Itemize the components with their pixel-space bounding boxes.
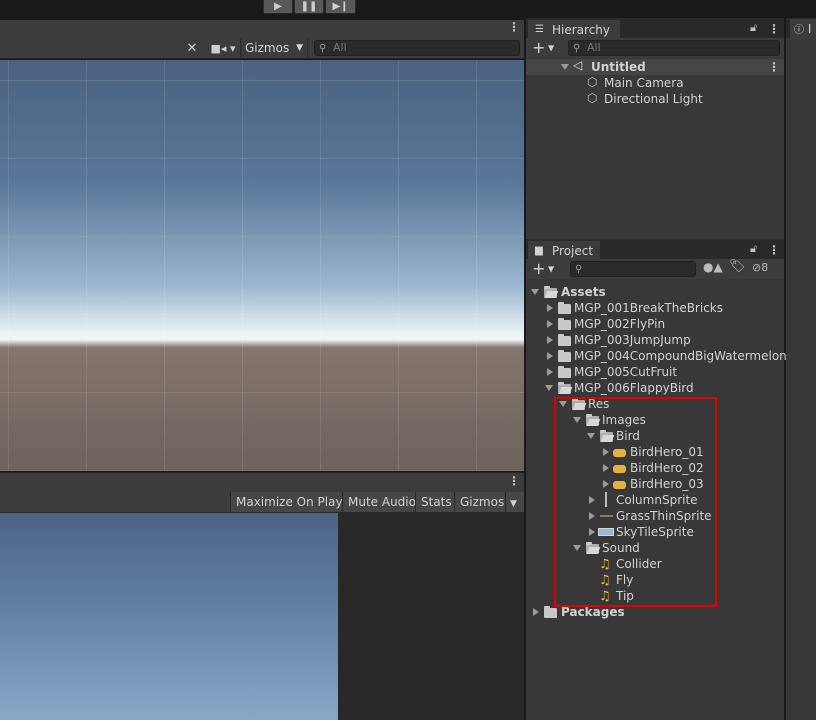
plus-icon: + xyxy=(532,38,546,57)
folder-open-icon xyxy=(558,382,571,394)
folder-icon xyxy=(558,350,571,362)
filter-by-type-icon[interactable]: ●▲ xyxy=(703,260,723,274)
expand-arrow-icon[interactable] xyxy=(547,320,553,328)
game-more-icon[interactable]: ⋮ xyxy=(508,475,520,487)
tree-item-folder[interactable]: MGP_006FlappyBird xyxy=(574,380,694,396)
scene-tab-strip xyxy=(0,20,524,38)
hidden-packages-toggle[interactable]: ⊘8 xyxy=(752,261,782,277)
plus-icon: + xyxy=(532,259,546,278)
expand-arrow-icon[interactable] xyxy=(547,352,553,360)
highlight-box xyxy=(554,397,717,607)
expand-arrow-icon[interactable] xyxy=(547,336,553,344)
chevron-down-icon: ▼ xyxy=(545,43,555,53)
folder-icon xyxy=(558,366,571,378)
tools-button[interactable]: ✕ xyxy=(180,39,204,57)
expand-arrow-icon[interactable] xyxy=(533,608,539,616)
maximize-on-play-toggle[interactable]: Maximize On Play xyxy=(230,492,348,512)
pause-icon: ❚❚ xyxy=(300,0,318,12)
unity-scene-icon: ◁ xyxy=(573,58,583,72)
scene-canvas[interactable] xyxy=(0,60,524,471)
pause-button[interactable]: ❚❚ xyxy=(294,0,324,14)
gameobject-icon: ⬡ xyxy=(587,75,598,89)
hierarchy-search-input[interactable]: ⚲ All xyxy=(568,40,780,56)
chevron-down-icon: ▼ xyxy=(545,264,555,274)
play-button[interactable]: ▶ xyxy=(263,0,293,14)
expand-arrow-icon[interactable] xyxy=(545,385,553,391)
filter-by-label-icon[interactable]: 🏷︎ xyxy=(729,259,746,274)
search-icon: ⚲ xyxy=(573,43,581,54)
tree-item-folder[interactable]: MGP_002FlyPin xyxy=(574,316,665,332)
camera-icon: ■◂ ▾ xyxy=(210,41,236,55)
folder-icon: ▆ xyxy=(535,245,543,256)
tab-project[interactable]: ▆ Project xyxy=(528,240,600,260)
game-tab-strip xyxy=(0,472,524,492)
project-add-button[interactable]: + ▼ xyxy=(532,259,560,279)
scene-search-placeholder: All xyxy=(333,41,347,54)
folder-icon xyxy=(558,334,571,346)
folder-open-icon xyxy=(544,286,557,298)
tab-hierarchy[interactable]: ☰ Hierarchy xyxy=(528,19,620,39)
game-canvas[interactable] xyxy=(0,513,338,720)
expand-arrow-icon[interactable] xyxy=(531,289,539,295)
gizmos-dropdown[interactable]: Gizmos ▼ xyxy=(240,39,308,57)
hierarchy-item[interactable]: Directional Light xyxy=(604,91,703,107)
tab-inspector[interactable]: ⓘ I xyxy=(790,19,816,39)
eye-slash-icon: ⊘ xyxy=(752,261,762,274)
hierarchy-search-placeholder: All xyxy=(587,41,601,54)
game-gizmos-chevron[interactable]: ▼ xyxy=(505,492,524,512)
expand-arrow-icon[interactable] xyxy=(547,368,553,376)
search-icon: ⚲ xyxy=(319,43,327,54)
lock-icon[interactable]: 🔓︎ xyxy=(750,21,757,35)
hierarchy-more-icon[interactable]: ⋮ xyxy=(768,23,780,35)
hierarchy-tab-label: Hierarchy xyxy=(552,22,611,37)
mute-audio-toggle[interactable]: Mute Audio xyxy=(342,492,421,512)
list-icon: ☰ xyxy=(535,24,544,35)
folder-icon xyxy=(558,318,571,330)
inspector-tab-label: I xyxy=(807,22,812,36)
inspector-panel xyxy=(786,18,816,720)
scene-name: Untitled xyxy=(591,60,646,74)
project-more-icon[interactable]: ⋮ xyxy=(768,244,780,256)
expand-arrow-icon[interactable] xyxy=(547,304,553,312)
scene-search-input[interactable]: ⚲ All xyxy=(314,40,520,56)
lock-icon[interactable]: 🔓︎ xyxy=(750,242,757,256)
tree-item-folder[interactable]: MGP_001BreakTheBricks xyxy=(574,300,723,316)
hierarchy-item[interactable]: Main Camera xyxy=(604,75,684,91)
tree-item-folder[interactable]: MGP_005CutFruit xyxy=(574,364,677,380)
stats-toggle[interactable]: Stats xyxy=(415,492,457,512)
step-icon: ▶❙ xyxy=(332,0,349,12)
main-toolbar xyxy=(0,0,816,16)
hidden-count: 8 xyxy=(761,261,769,274)
step-button[interactable]: ▶❙ xyxy=(325,0,356,14)
scene-more-icon[interactable]: ⋮ xyxy=(768,61,780,73)
tree-item-folder[interactable]: MGP_004CompoundBigWatermelon xyxy=(574,348,787,364)
project-tab-label: Project xyxy=(552,243,594,258)
search-icon: ⚲ xyxy=(575,264,583,275)
game-gizmos-dropdown[interactable]: Gizmos xyxy=(454,492,510,512)
project-search-input[interactable]: ⚲ xyxy=(570,261,696,277)
scene-more-icon[interactable]: ⋮ xyxy=(508,21,520,33)
chevron-down-icon: ▼ xyxy=(510,499,517,509)
camera-dropdown[interactable]: ■◂ ▾ xyxy=(206,39,240,57)
folder-icon xyxy=(558,302,571,314)
info-icon: ⓘ xyxy=(794,25,804,36)
play-icon: ▶ xyxy=(274,0,282,12)
expand-arrow-icon[interactable] xyxy=(561,64,569,70)
gameobject-icon: ⬡ xyxy=(587,91,598,105)
tools-icon: ✕ xyxy=(186,40,198,56)
folder-icon xyxy=(544,606,557,618)
tree-item-assets[interactable]: Assets xyxy=(561,284,606,300)
hierarchy-add-button[interactable]: + ▼ xyxy=(532,38,560,58)
chevron-down-icon: ▼ xyxy=(296,43,303,53)
tree-item-folder[interactable]: MGP_003JumpJump xyxy=(574,332,691,348)
gizmos-label: Gizmos xyxy=(245,41,290,55)
